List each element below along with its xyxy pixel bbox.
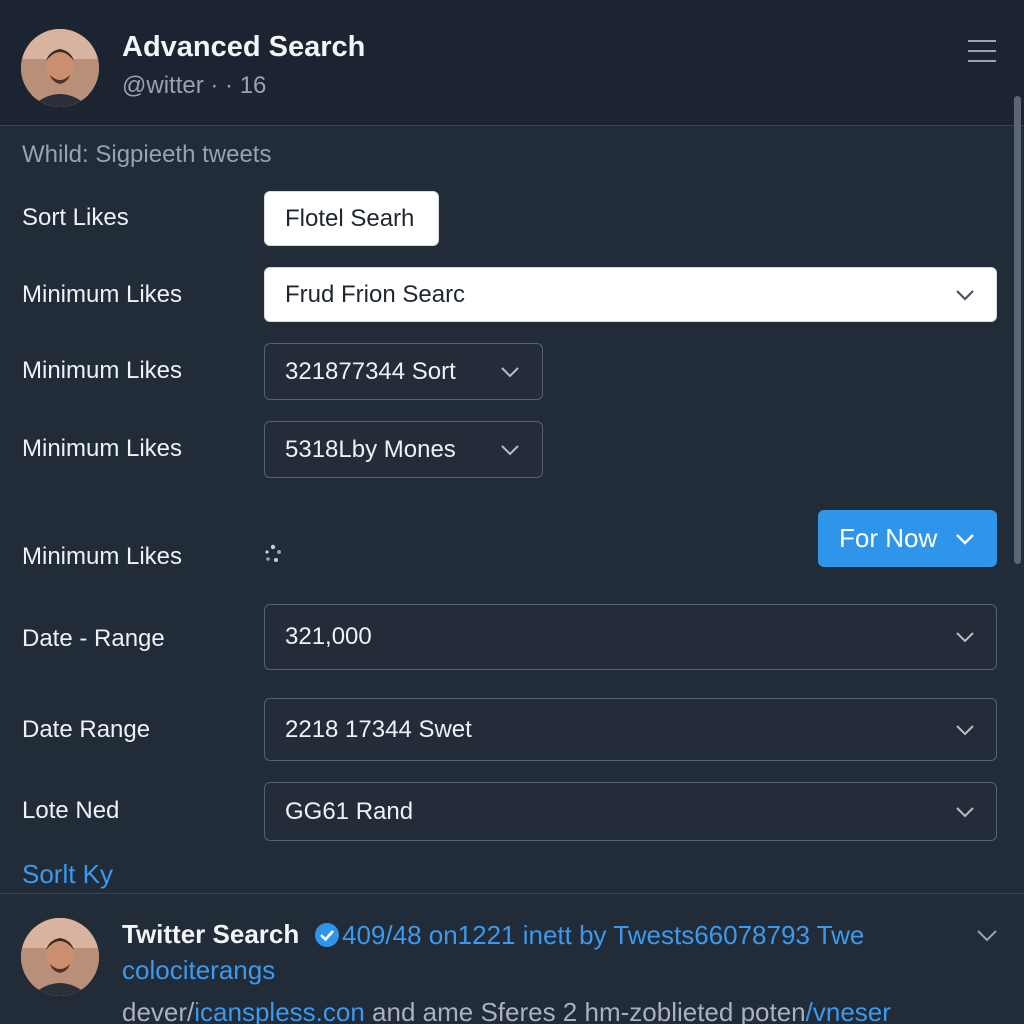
divider [0,893,1024,894]
result-body-prefix: dever/ [122,997,195,1024]
result-body-text: dever/icanspless.con and ame Sferes 2 hm… [122,997,891,1024]
button-label: For Now [839,523,938,553]
chevron-down-icon [501,366,519,377]
account-handle: @witter · · 16 [122,72,267,99]
page-title: Advanced Search [122,31,366,63]
field-value: 321877344 Sort [285,357,456,385]
field-label: Minimum Likes [22,543,183,570]
dropdown-select[interactable]: GG61 Rand [264,782,997,841]
field-label: Minimum Likes [22,281,183,308]
field-label: Minimum Likes [22,357,183,384]
header-bar: Advanced Search @witter · · 16 [0,0,1024,126]
result-subtitle[interactable]: colociterangs [122,955,275,986]
chevron-down-icon [501,444,519,455]
field-value: GG61 Rand [285,797,414,825]
for-now-button[interactable]: For Now [818,510,997,567]
result-account-name[interactable]: Twitter Search [122,919,299,950]
field-value: 321,000 [285,623,372,650]
hamburger-menu-icon[interactable] [968,40,996,62]
field-label: Minimum Likes [22,435,183,462]
field-label: Date - Range [22,625,165,652]
chevron-down-icon [956,632,974,643]
chevron-down-icon[interactable] [976,929,998,942]
dropdown-select[interactable]: 321,000 [264,604,997,670]
result-avatar[interactable] [21,918,99,996]
result-body-link[interactable]: icanspless.con [194,997,365,1024]
field-label: Date Range [22,716,151,743]
loading-spinner-icon [265,544,281,562]
search-input[interactable]: Flotel Searh [264,191,439,246]
profile-avatar[interactable] [21,29,99,107]
user-avatar-icon [21,29,99,107]
field-value: Flotel Searh [285,204,415,232]
result-meta-text[interactable]: 409/48 on1221 inett by Twests66078793 Tw… [342,920,864,951]
field-value: Frud Frion Searc [285,280,466,308]
user-avatar-icon [21,918,99,996]
dropdown-select[interactable]: Frud Frion Searc [264,267,997,322]
dropdown-select[interactable]: 321877344 Sort [264,343,543,400]
chevron-down-icon [956,724,974,735]
field-value: 5318Lby Mones [285,435,456,463]
sort-key-link[interactable]: Sorlt Ky [22,859,113,890]
dropdown-select[interactable]: 2218 17344 Swet [264,698,997,761]
scrollbar[interactable] [1014,96,1021,564]
field-label: Sort Likes [22,204,129,231]
verified-badge-icon [315,923,339,947]
chevron-down-icon [956,806,974,817]
result-body-middle: and ame Sferes 2 hm-zoblieted poten [364,997,806,1024]
chevron-down-icon [956,534,974,545]
result-body-link[interactable]: /vneser [806,997,891,1024]
field-value: 2218 17344 Swet [285,715,472,743]
form-intro-text: Whild: Sigpieeth tweets [22,141,272,168]
chevron-down-icon [956,289,974,301]
field-label: Lote Ned [22,797,120,824]
dropdown-select[interactable]: 5318Lby Mones [264,421,543,478]
